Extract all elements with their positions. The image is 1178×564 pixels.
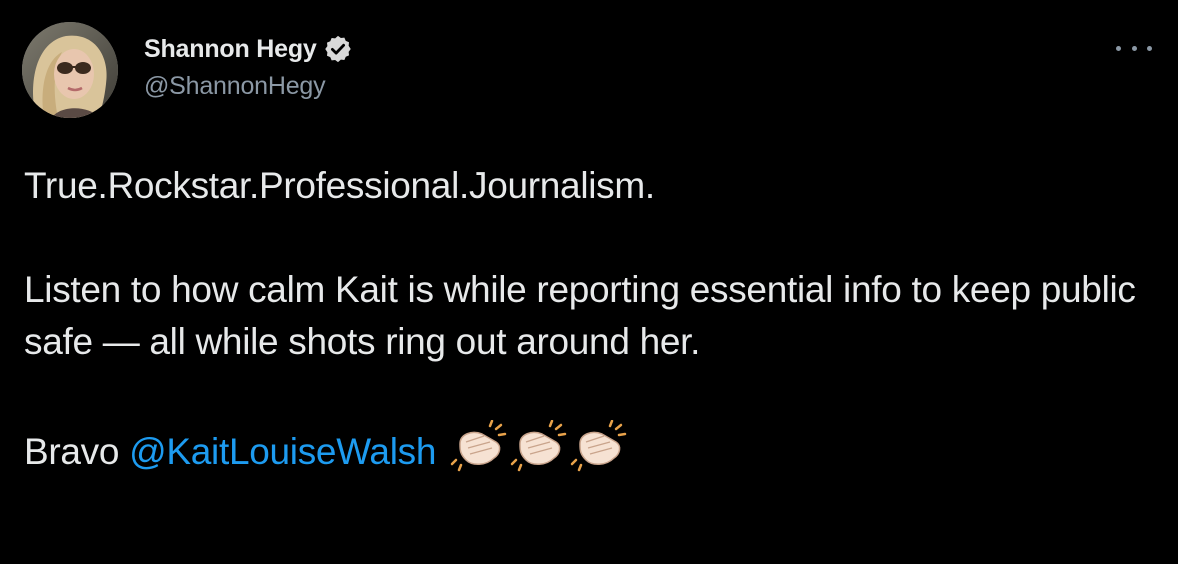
more-dot <box>1131 45 1137 51</box>
tweet-line-1: True.Rockstar.Professional.Journalism. <box>24 165 655 206</box>
name-row: Shannon Hegy <box>144 32 353 66</box>
tweet-paragraph-2: Listen to how calm Kait is while reporti… <box>24 269 1136 362</box>
user-handle[interactable]: @ShannonHegy <box>144 72 353 101</box>
paragraph-break <box>24 212 1154 264</box>
author-block: Shannon Hegy @ShannonHegy <box>144 32 353 101</box>
more-dot <box>1147 45 1152 51</box>
more-dot <box>1116 45 1121 51</box>
bravo-text: Bravo <box>24 431 120 472</box>
clapping-hands-icon <box>570 419 630 472</box>
clapping-hands-icon <box>510 419 570 472</box>
avatar-photo <box>22 22 118 118</box>
tweet-card: Shannon Hegy @ShannonHegy True.Rockstar.… <box>0 0 1178 564</box>
clap-emojis <box>450 419 630 472</box>
avatar[interactable] <box>22 22 118 118</box>
paragraph-break <box>24 368 1154 420</box>
verified-badge-icon <box>323 34 353 64</box>
tweet-bravo-line: Bravo @KaitLouiseWalsh <box>24 419 1154 478</box>
mention-link[interactable]: @KaitLouiseWalsh <box>129 431 436 472</box>
tweet-text: True.Rockstar.Professional.Journalism. L… <box>24 160 1154 478</box>
more-horizontal-icon[interactable] <box>1116 38 1152 58</box>
display-name[interactable]: Shannon Hegy <box>144 35 317 64</box>
clapping-hands-icon <box>450 419 510 472</box>
